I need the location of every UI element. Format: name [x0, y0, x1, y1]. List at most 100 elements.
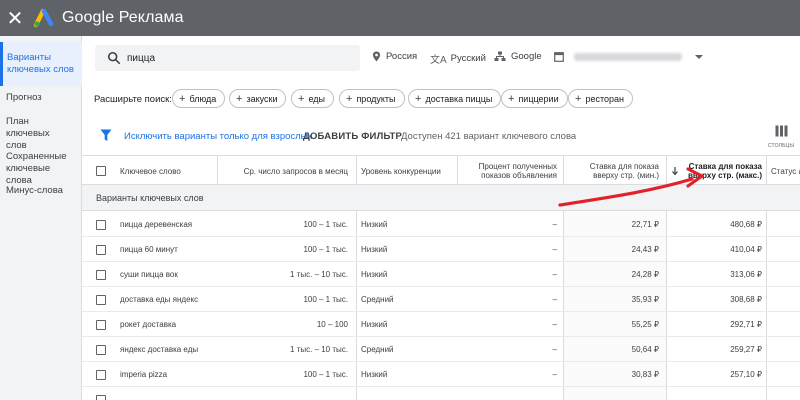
table-row[interactable]: яндекс доставка еды 1 тыс. – 10 тыс. Средн… — [82, 337, 800, 362]
sidebar-item-keyword-ideas[interactable]: Варианты ключевых слов — [0, 42, 82, 86]
chip-label: пиццерии — [518, 93, 559, 104]
row-checkbox-cell[interactable] — [96, 362, 108, 387]
keyword-cell: доставка еды яндекс — [120, 295, 199, 304]
network-selector[interactable]: Google — [494, 51, 542, 62]
bid-high-cell: 480,68 ₽ — [730, 220, 762, 229]
keyword-cell: яндекс доставка еды — [120, 345, 199, 354]
select-all-checkbox-cell[interactable] — [96, 156, 106, 186]
table-row[interactable]: imperia pizza 100 – 1 тыс. Низкий – 30,83 ₽ 2… — [82, 362, 800, 387]
col-divider — [457, 155, 458, 185]
col-bid-low[interactable]: Ставка для показа вверху стр. (мин.) — [569, 156, 659, 186]
searches-cell: 100 – 1 тыс. — [303, 295, 348, 304]
col-status[interactable]: Статус а — [771, 156, 800, 186]
col-keyword[interactable]: Ключевое слово — [120, 156, 220, 186]
expand-chip-food[interactable]: + еды — [291, 89, 334, 108]
network-icon — [494, 51, 506, 61]
bid-low-cell: 35,93 ₽ — [631, 295, 659, 304]
add-filter-button[interactable]: ДОБАВИТЬ ФИЛЬТР — [303, 131, 402, 142]
bid-high-cell: 292,71 ₽ — [730, 320, 762, 329]
impression-share-cell: – — [552, 295, 557, 304]
row-checkbox[interactable] — [96, 219, 106, 230]
expand-search-label: Расширьте поиск: — [94, 94, 172, 105]
available-count-text: Доступен 421 вариант ключевого слова — [401, 131, 577, 142]
search-input[interactable] — [127, 52, 347, 64]
network-label: Google — [511, 51, 542, 62]
bid-low-cell: 24,28 ₽ — [631, 270, 659, 279]
chip-label: продукты — [356, 93, 396, 104]
competition-cell: Низкий — [361, 220, 388, 229]
searches-cell: 100 – 1 тыс. — [303, 220, 348, 229]
row-checkbox-cell[interactable] — [96, 237, 108, 262]
calendar-icon — [554, 52, 564, 62]
expand-chip-snacks[interactable]: + закуски — [229, 89, 287, 108]
row-checkbox-cell[interactable] — [96, 337, 108, 362]
chip-label: ресторан — [585, 93, 624, 104]
sidebar-item-keyword-plan[interactable]: План ключевых слов — [0, 116, 78, 152]
row-checkbox[interactable] — [96, 319, 106, 330]
table-row[interactable]: суши пицца вок 1 тыс. – 10 тыс. Низкий – 24,… — [82, 262, 800, 287]
filter-toolbar: Исключить варианты только для взрослых Д… — [82, 122, 800, 152]
row-checkbox-cell[interactable] — [96, 312, 108, 337]
table-row[interactable]: пицца 60 минут 100 – 1 тыс. Низкий – 24,43 ₽… — [82, 237, 800, 262]
row-checkbox[interactable] — [96, 344, 106, 355]
date-range-selector[interactable] — [554, 51, 709, 62]
row-checkbox[interactable] — [96, 394, 106, 400]
exclude-adult-filter[interactable]: Исключить варианты только для взрослых — [124, 131, 312, 142]
top-bar: ✕ Google Реклама — [0, 0, 800, 36]
language-label: Русский — [450, 53, 486, 64]
sort-arrow-icon[interactable] — [671, 156, 679, 186]
competition-cell: Средний — [361, 295, 394, 304]
row-checkbox-cell[interactable] — [96, 387, 108, 400]
plus-icon: + — [298, 92, 305, 105]
close-icon[interactable]: ✕ — [0, 0, 30, 36]
row-checkbox[interactable] — [96, 244, 106, 255]
impression-share-cell: – — [552, 345, 557, 354]
row-checkbox[interactable] — [96, 369, 106, 380]
group-header-row: Варианты ключевых слов — [82, 185, 800, 211]
table-row[interactable]: рокет доставка 10 – 100 Низкий – 55,25 ₽ 292,… — [82, 312, 800, 337]
table-row[interactable]: пицца деревенская 100 – 1 тыс. Низкий – 22,7… — [82, 212, 800, 237]
row-checkbox[interactable] — [96, 294, 106, 305]
location-pin-icon — [372, 51, 381, 62]
competition-cell — [361, 387, 451, 400]
col-impression-share[interactable]: Процент полученных показов объявления — [462, 156, 557, 186]
col-avg-searches[interactable]: Ср. число запросов в месяц — [222, 156, 348, 186]
row-checkbox-cell[interactable] — [96, 212, 108, 237]
chip-label: блюда — [189, 93, 217, 104]
bid-low-cell: 30,83 ₽ — [631, 370, 659, 379]
col-bid-high[interactable]: Ставка для показа вверху стр. (макс.) — [682, 156, 762, 186]
row-checkbox-cell[interactable] — [96, 287, 108, 312]
sidebar-item-forecast[interactable]: Прогноз — [0, 92, 82, 104]
table-row[interactable] — [82, 387, 800, 400]
keyword-cell: рокет доставка — [120, 320, 177, 329]
col-competition[interactable]: Уровень конкуренции — [361, 156, 451, 186]
bid-high-cell: 259,27 ₽ — [730, 345, 762, 354]
bid-high-cell — [672, 387, 762, 400]
keyword-cell — [120, 387, 220, 400]
expand-chip-products[interactable]: + продукты — [339, 89, 405, 108]
search-icon — [107, 51, 121, 65]
expand-chip-pizza-delivery[interactable]: + доставка пиццы — [408, 89, 502, 108]
impression-share-cell: – — [552, 220, 557, 229]
sidebar-item-saved-keywords[interactable]: Сохраненные ключевые слова — [0, 151, 78, 187]
select-all-checkbox[interactable] — [96, 166, 106, 176]
table-row[interactable]: доставка еды яндекс 100 – 1 тыс. Средний – 3… — [82, 287, 800, 312]
sidebar-item-negative-keywords[interactable]: Минус-слова — [0, 185, 82, 197]
expand-chip-restaurant[interactable]: + ресторан — [568, 89, 633, 108]
expand-chip-dishes[interactable]: + блюда — [172, 89, 226, 108]
keyword-search-box[interactable] — [95, 45, 360, 71]
bid-low-cell: 55,25 ₽ — [631, 320, 659, 329]
language-selector[interactable]: 文A Русский — [430, 51, 486, 66]
impression-share-cell: – — [552, 270, 557, 279]
columns-button[interactable]: СТОЛБЦЫ — [764, 124, 798, 152]
chip-label: закуски — [246, 93, 278, 104]
competition-cell: Низкий — [361, 270, 388, 279]
columns-label: СТОЛБЦЫ — [767, 143, 795, 149]
col-divider — [217, 155, 218, 185]
row-checkbox[interactable] — [96, 269, 106, 280]
filter-icon[interactable] — [100, 129, 112, 142]
searches-cell: 10 – 100 — [316, 320, 348, 329]
row-checkbox-cell[interactable] — [96, 262, 108, 287]
expand-chip-pizzerias[interactable]: + пиццерии — [501, 89, 568, 108]
location-selector[interactable]: Россия — [372, 51, 417, 62]
